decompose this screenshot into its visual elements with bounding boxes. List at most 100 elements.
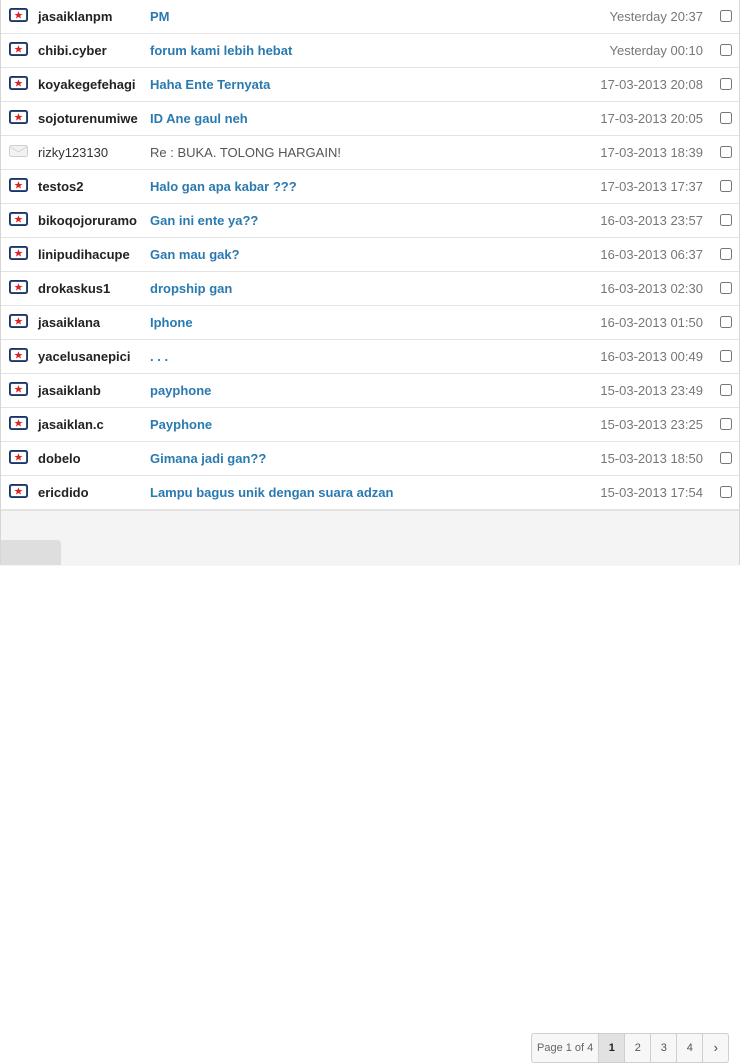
message-row[interactable]: linipudihacupe Gan mau gak? 16-03-2013 0… — [1, 238, 739, 272]
message-row[interactable]: bikoqojoruramo Gan ini ente ya?? 16-03-2… — [1, 204, 739, 238]
unread-message-icon — [9, 212, 28, 226]
unread-message-icon — [9, 110, 28, 124]
message-sender[interactable]: dobelo — [38, 451, 81, 466]
message-row[interactable]: rizky123130 Re : BUKA. TOLONG HARGAIN! 1… — [1, 136, 739, 170]
unread-message-icon — [9, 76, 28, 90]
read-message-icon — [9, 144, 28, 158]
message-select-checkbox[interactable] — [720, 418, 732, 430]
message-sender[interactable]: jasaiklanpm — [38, 9, 112, 24]
message-row[interactable]: jasaiklanb payphone 15-03-2013 23:49 — [1, 374, 739, 408]
message-select-checkbox[interactable] — [720, 146, 732, 158]
message-sender[interactable]: sojoturenumiwe — [38, 111, 138, 126]
message-row[interactable]: ericdido Lampu bagus unik dengan suara a… — [1, 476, 739, 510]
message-sender[interactable]: linipudihacupe — [38, 247, 130, 262]
message-date: 17-03-2013 18:39 — [600, 145, 703, 160]
page-3-button[interactable]: 3 — [651, 1034, 678, 1062]
unread-message-icon — [9, 280, 28, 294]
message-date: Yesterday 00:10 — [609, 43, 703, 58]
message-select-checkbox[interactable] — [720, 112, 732, 124]
message-sender[interactable]: jasaiklana — [38, 315, 100, 330]
message-subject[interactable]: Iphone — [150, 315, 193, 330]
message-sender[interactable]: yacelusanepici — [38, 349, 131, 364]
horizontal-scrollbar-thumb[interactable] — [1, 540, 61, 565]
page-1-button[interactable]: 1 — [599, 1034, 626, 1062]
message-select-checkbox[interactable] — [720, 282, 732, 294]
message-select-checkbox[interactable] — [720, 452, 732, 464]
message-select-checkbox[interactable] — [720, 248, 732, 260]
unread-message-icon — [9, 348, 28, 362]
message-select-checkbox[interactable] — [720, 10, 732, 22]
message-date: 15-03-2013 18:50 — [600, 451, 703, 466]
message-date: 16-03-2013 01:50 — [600, 315, 703, 330]
message-row[interactable]: chibi.cyber forum kami lebih hebat Yeste… — [1, 34, 739, 68]
message-subject[interactable]: Gan mau gak? — [150, 247, 240, 262]
unread-message-icon — [9, 314, 28, 328]
unread-message-icon — [9, 246, 28, 260]
message-select-checkbox[interactable] — [720, 384, 732, 396]
message-date: 16-03-2013 00:49 — [600, 349, 703, 364]
message-subject[interactable]: Halo gan apa kabar ??? — [150, 179, 297, 194]
message-row[interactable]: sojoturenumiwe ID Ane gaul neh 17-03-201… — [1, 102, 739, 136]
message-select-checkbox[interactable] — [720, 350, 732, 362]
message-subject[interactable]: Gan ini ente ya?? — [150, 213, 258, 228]
message-date: Yesterday 20:37 — [609, 9, 703, 24]
pagination-info: Page 1 of 4 — [532, 1034, 600, 1062]
unread-message-icon — [9, 382, 28, 396]
message-select-checkbox[interactable] — [720, 180, 732, 192]
message-select-checkbox[interactable] — [720, 78, 732, 90]
message-date: 17-03-2013 17:37 — [600, 179, 703, 194]
message-select-checkbox[interactable] — [720, 214, 732, 226]
unread-message-icon — [9, 484, 28, 498]
message-date: 15-03-2013 17:54 — [600, 485, 703, 500]
message-sender[interactable]: chibi.cyber — [38, 43, 107, 58]
message-sender[interactable]: koyakegefehagi — [38, 77, 136, 92]
inbox-footer: Page 1 of 4 1 2 3 4 › — [1, 510, 739, 1063]
message-row[interactable]: koyakegefehagi Haha Ente Ternyata 17-03-… — [1, 68, 739, 102]
message-select-checkbox[interactable] — [720, 486, 732, 498]
message-date: 16-03-2013 02:30 — [600, 281, 703, 296]
message-row[interactable]: jasaiklanpm PM Yesterday 20:37 — [1, 0, 739, 34]
message-date: 15-03-2013 23:25 — [600, 417, 703, 432]
message-sender[interactable]: jasaiklanb — [38, 383, 101, 398]
pagination: Page 1 of 4 1 2 3 4 › — [531, 1033, 730, 1063]
message-date: 15-03-2013 23:49 — [600, 383, 703, 398]
message-sender[interactable]: rizky123130 — [38, 145, 108, 160]
message-subject[interactable]: forum kami lebih hebat — [150, 43, 292, 58]
message-subject[interactable]: payphone — [150, 383, 211, 398]
next-page-button[interactable]: › — [703, 1034, 728, 1062]
message-row[interactable]: dobelo Gimana jadi gan?? 15-03-2013 18:5… — [1, 442, 739, 476]
unread-message-icon — [9, 450, 28, 464]
message-date: 16-03-2013 06:37 — [600, 247, 703, 262]
message-subject[interactable]: Payphone — [150, 417, 212, 432]
message-subject[interactable]: . . . — [150, 349, 168, 364]
page-2-button[interactable]: 2 — [625, 1034, 652, 1062]
message-sender[interactable]: testos2 — [38, 179, 84, 194]
message-sender[interactable]: drokaskus1 — [38, 281, 110, 296]
message-subject[interactable]: Gimana jadi gan?? — [150, 451, 266, 466]
message-sender[interactable]: jasaiklan.c — [38, 417, 104, 432]
page-4-button[interactable]: 4 — [677, 1034, 704, 1062]
message-subject[interactable]: PM — [150, 9, 170, 24]
message-subject[interactable]: Re : BUKA. TOLONG HARGAIN! — [150, 145, 341, 160]
message-select-checkbox[interactable] — [720, 44, 732, 56]
message-select-checkbox[interactable] — [720, 316, 732, 328]
message-subject[interactable]: ID Ane gaul neh — [150, 111, 248, 126]
message-date: 17-03-2013 20:05 — [600, 111, 703, 126]
message-row[interactable]: drokaskus1 dropship gan 16-03-2013 02:30 — [1, 272, 739, 306]
message-row[interactable]: jasaiklana Iphone 16-03-2013 01:50 — [1, 306, 739, 340]
message-list: jasaiklanpm PM Yesterday 20:37 chibi.cyb… — [1, 0, 739, 510]
message-sender[interactable]: ericdido — [38, 485, 89, 500]
message-subject[interactable]: dropship gan — [150, 281, 232, 296]
unread-message-icon — [9, 42, 28, 56]
message-date: 17-03-2013 20:08 — [600, 77, 703, 92]
unread-message-icon — [9, 8, 28, 22]
message-sender[interactable]: bikoqojoruramo — [38, 213, 137, 228]
message-subject[interactable]: Lampu bagus unik dengan suara adzan — [150, 485, 393, 500]
message-row[interactable]: yacelusanepici . . . 16-03-2013 00:49 — [1, 340, 739, 374]
unread-message-icon — [9, 178, 28, 192]
message-inbox-panel: jasaiklanpm PM Yesterday 20:37 chibi.cyb… — [0, 0, 740, 1063]
message-subject[interactable]: Haha Ente Ternyata — [150, 77, 270, 92]
message-row[interactable]: testos2 Halo gan apa kabar ??? 17-03-201… — [1, 170, 739, 204]
message-row[interactable]: jasaiklan.c Payphone 15-03-2013 23:25 — [1, 408, 739, 442]
unread-message-icon — [9, 416, 28, 430]
